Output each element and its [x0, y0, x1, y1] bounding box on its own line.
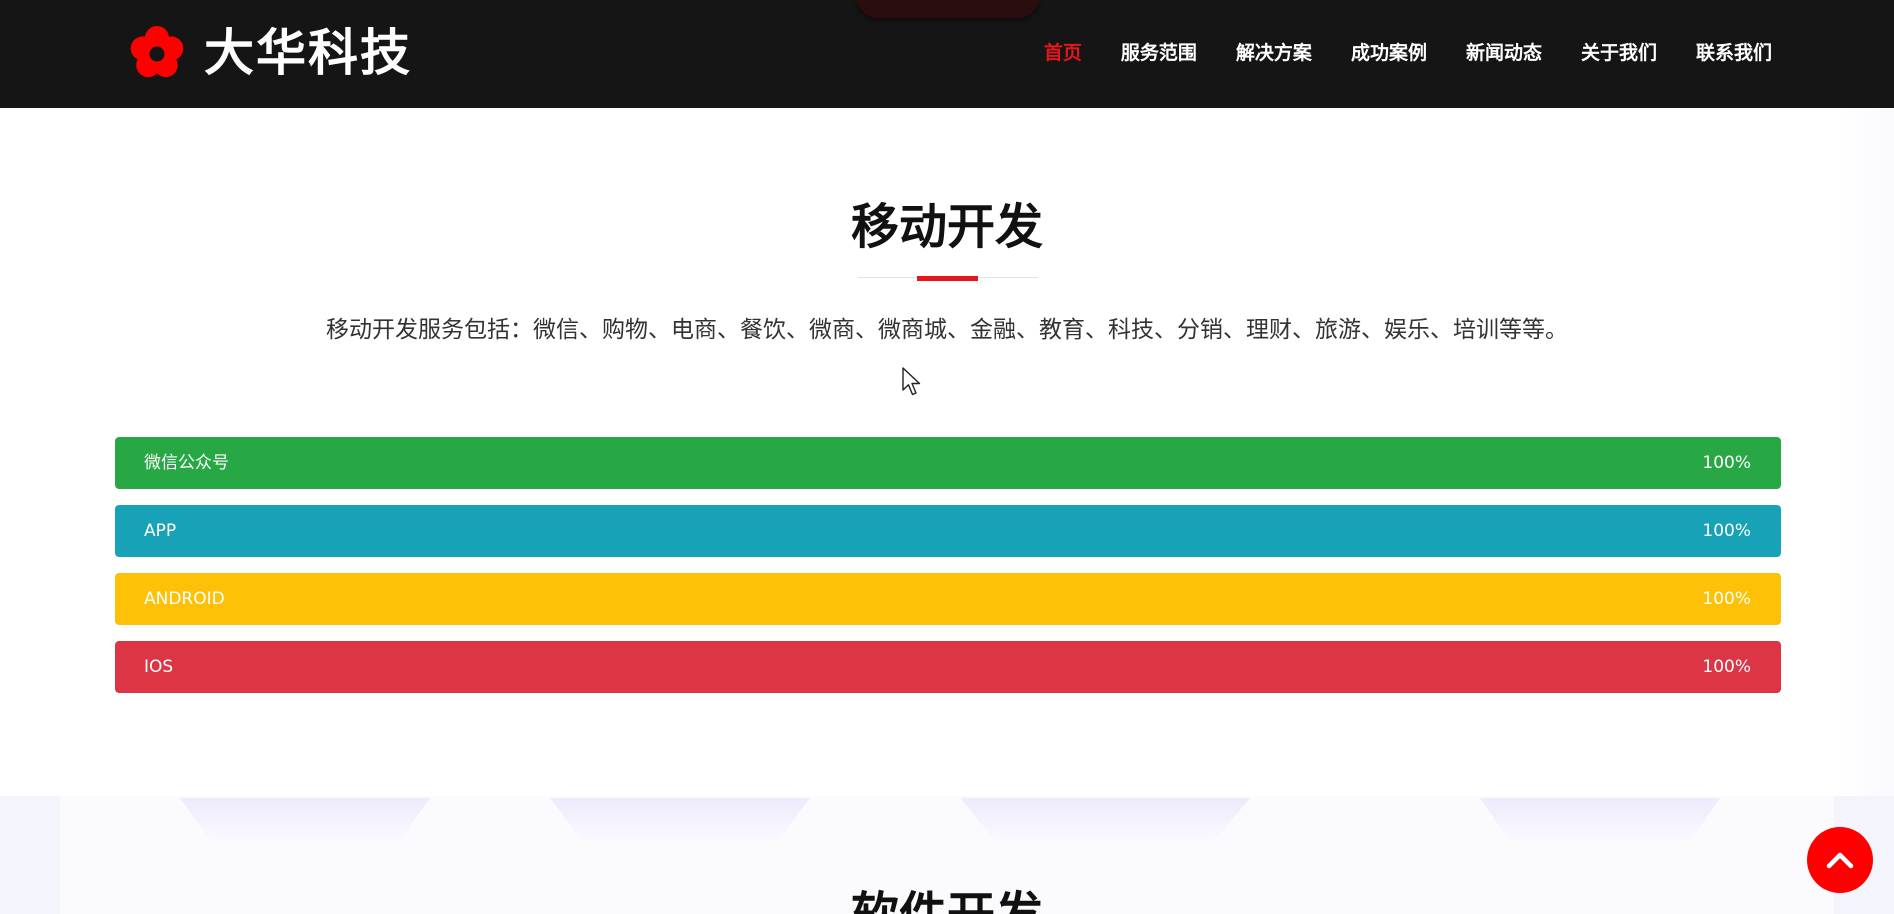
progress-bar-label: ANDROID [144, 589, 225, 609]
nav-item-news[interactable]: 新闻动态 [1466, 38, 1542, 65]
chevron-up-icon [1826, 852, 1854, 869]
progress-bar-app: APP 100% [115, 505, 1781, 557]
progress-bar-ios: IOS 100% [115, 641, 1781, 693]
background-graphic [1480, 798, 1720, 840]
progress-bar-list: 微信公众号 100% APP 100% ANDROID 100% IOS 100… [115, 437, 1781, 709]
progress-bar-wechat: 微信公众号 100% [115, 437, 1781, 489]
mouse-pointer-icon [902, 367, 921, 396]
nav-item-solutions[interactable]: 解决方案 [1236, 38, 1312, 65]
nav-item-cases[interactable]: 成功案例 [1351, 38, 1427, 65]
progress-bar-fill [115, 641, 1781, 693]
section-description: 移动开发服务包括：微信、购物、电商、餐饮、微商、微商城、金融、教育、科技、分销、… [326, 317, 1568, 343]
page: 大华科技 首页 服务范围 解决方案 成功案例 新闻动态 关于我们 联系我们 移动… [0, 0, 1894, 914]
header-decoration [856, 0, 1040, 18]
next-section-title: 软件开发 [0, 884, 1894, 914]
site-header: 大华科技 首页 服务范围 解决方案 成功案例 新闻动态 关于我们 联系我们 [0, 0, 1894, 108]
nav-item-services[interactable]: 服务范围 [1121, 38, 1197, 65]
background-graphic [960, 798, 1250, 840]
progress-bar-value: 100% [1702, 657, 1751, 677]
progress-bar-label: 微信公众号 [144, 453, 229, 473]
main-nav: 首页 服务范围 解决方案 成功案例 新闻动态 关于我们 联系我们 [1005, 34, 1772, 68]
progress-bar-value: 100% [1702, 453, 1751, 473]
progress-bar-android: ANDROID 100% [115, 573, 1781, 625]
progress-bar-fill [115, 573, 1781, 625]
progress-bar-fill [115, 505, 1781, 557]
progress-bar-fill [115, 437, 1781, 489]
title-accent-line [917, 276, 978, 281]
plum-blossom-icon [130, 26, 184, 78]
nav-item-about[interactable]: 关于我们 [1581, 38, 1657, 65]
background-graphic [180, 798, 430, 840]
progress-bar-label: IOS [144, 657, 174, 677]
logo-text: 大华科技 [204, 24, 412, 82]
nav-item-contact[interactable]: 联系我们 [1696, 38, 1772, 65]
nav-item-home[interactable]: 首页 [1044, 38, 1082, 65]
progress-bar-value: 100% [1702, 589, 1751, 609]
back-to-top-button[interactable] [1807, 827, 1873, 893]
next-section: 软件开发 [0, 796, 1894, 914]
progress-bar-label: APP [144, 521, 177, 541]
site-logo[interactable]: 大华科技 [128, 22, 412, 84]
progress-bar-value: 100% [1702, 521, 1751, 541]
section-title: 移动开发 [850, 199, 1043, 255]
background-graphic [550, 798, 810, 840]
